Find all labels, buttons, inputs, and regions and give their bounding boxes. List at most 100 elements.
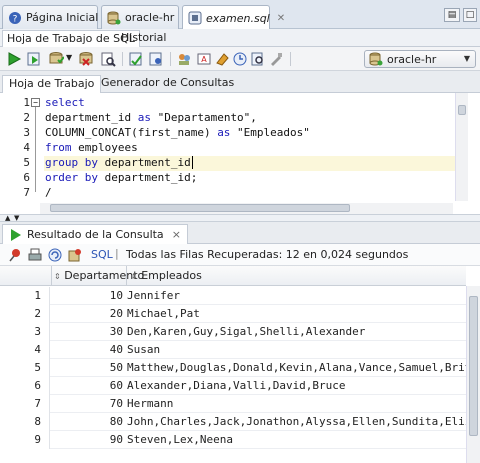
to-uppercase-icon[interactable]: A bbox=[196, 51, 212, 67]
row-number: 8 bbox=[0, 413, 50, 431]
maximize-button[interactable]: □ bbox=[463, 8, 477, 22]
sql-editor[interactable]: 1 2 3 4 5 6 7 − select department_id as … bbox=[0, 93, 468, 201]
sql-tuning-icon[interactable] bbox=[148, 51, 164, 67]
tab-label: Resultado de la Consulta bbox=[27, 228, 164, 241]
toolbar-separator bbox=[290, 52, 291, 66]
column-header-empleados[interactable]: ⇕ Empleados bbox=[127, 266, 466, 286]
subtab-historial[interactable]: Historial bbox=[117, 30, 170, 47]
cell-empleados[interactable]: Steven,Lex,Neena bbox=[127, 431, 233, 449]
tab-list-button[interactable]: ▤ bbox=[444, 8, 460, 22]
rollback-icon[interactable] bbox=[78, 51, 94, 67]
cell-departamento[interactable]: 20 bbox=[52, 305, 125, 323]
sql-link[interactable]: SQL bbox=[91, 248, 113, 261]
line-number: 7 bbox=[23, 186, 30, 199]
row-number: 9 bbox=[0, 431, 50, 449]
cell-empleados[interactable]: Hermann bbox=[127, 395, 173, 413]
worksheet-tab-bar: Hoja de Trabajo Generador de Consultas bbox=[0, 71, 480, 93]
tab-examen-sql[interactable]: examen.sql ✕ bbox=[182, 5, 285, 30]
fold-toggle-icon[interactable]: − bbox=[31, 98, 40, 107]
cell-empleados[interactable]: Den,Karen,Guy,Sigal,Shelli,Alexander bbox=[127, 323, 365, 341]
row-number-header bbox=[0, 266, 52, 286]
cell-empleados[interactable]: Jennifer bbox=[127, 287, 180, 305]
cell-empleados[interactable]: Michael,Pat bbox=[127, 305, 200, 323]
table-row[interactable]: 2 20 Michael,Pat bbox=[0, 305, 466, 323]
table-row[interactable]: 1 10 Jennifer bbox=[0, 287, 466, 305]
editor-vertical-scrollbar[interactable] bbox=[455, 93, 468, 201]
database-icon bbox=[369, 52, 383, 66]
commit-icon[interactable] bbox=[48, 51, 64, 67]
cell-departamento[interactable]: 50 bbox=[52, 359, 125, 377]
code-line-2: department_id as "Departamento", bbox=[45, 111, 257, 124]
sort-icon[interactable]: ⇕ bbox=[131, 272, 138, 281]
line-number: 5 bbox=[23, 156, 30, 169]
cell-departamento[interactable]: 80 bbox=[52, 413, 125, 431]
svg-text:?: ? bbox=[13, 14, 18, 24]
dropdown-arrow-icon[interactable]: ▼ bbox=[66, 53, 72, 62]
find-db-object-icon[interactable] bbox=[250, 51, 266, 67]
format-sql-icon[interactable] bbox=[268, 51, 284, 67]
print-icon[interactable] bbox=[28, 248, 42, 262]
line-number: 6 bbox=[23, 171, 30, 184]
tab-hoja-de-trabajo[interactable]: Hoja de Trabajo bbox=[2, 75, 102, 93]
table-row[interactable]: 3 30 Den,Karen,Guy,Sigal,Shelli,Alexander bbox=[0, 323, 466, 341]
cell-empleados[interactable]: Alexander,Diana,Valli,David,Bruce bbox=[127, 377, 346, 395]
collapse-down-icon[interactable]: ▼ bbox=[14, 214, 19, 222]
refresh-icon[interactable] bbox=[48, 248, 62, 262]
clear-eraser-icon[interactable] bbox=[214, 51, 230, 67]
history-icon[interactable] bbox=[232, 51, 248, 67]
cell-departamento[interactable]: 10 bbox=[52, 287, 125, 305]
connection-selector[interactable]: oracle-hr ▼ bbox=[364, 50, 476, 68]
scroll-thumb[interactable] bbox=[469, 296, 478, 436]
worksheet-subtab-bar: Hoja de Trabajo de SQL Historial bbox=[0, 29, 480, 47]
table-row[interactable]: 5 50 Matthew,Douglas,Donald,Kevin,Alana,Va… bbox=[0, 359, 466, 377]
cell-empleados[interactable]: Susan bbox=[127, 341, 160, 359]
autotrace-icon[interactable] bbox=[128, 51, 144, 67]
column-header-departamento[interactable]: ⇕ Departamento bbox=[52, 266, 144, 286]
cell-departamento[interactable]: 40 bbox=[52, 341, 125, 359]
table-row[interactable]: 4 40 Susan bbox=[0, 341, 466, 359]
tab-generador-de-consultas[interactable]: Generador de Consultas bbox=[95, 75, 240, 93]
column-header-label: Empleados bbox=[141, 269, 202, 282]
row-number: 7 bbox=[0, 395, 50, 413]
row-number: 5 bbox=[0, 359, 50, 377]
unshared-worksheet-icon[interactable] bbox=[176, 51, 192, 67]
sort-icon[interactable]: ⇕ bbox=[54, 272, 61, 281]
table-row[interactable]: 7 70 Hermann bbox=[0, 395, 466, 413]
pin-icon[interactable] bbox=[8, 248, 22, 262]
run-script-icon[interactable] bbox=[26, 51, 42, 67]
line-number: 1 bbox=[23, 96, 30, 109]
separator: | bbox=[115, 247, 119, 260]
cell-departamento[interactable]: 70 bbox=[52, 395, 125, 413]
close-icon[interactable]: ✕ bbox=[277, 13, 285, 24]
results-vertical-scrollbar[interactable] bbox=[466, 286, 480, 463]
table-row[interactable]: 8 80 John,Charles,Jack,Jonathon,Alyssa,Ell… bbox=[0, 413, 466, 431]
svg-text:A: A bbox=[201, 55, 207, 64]
toolbar-separator bbox=[122, 52, 123, 66]
cell-empleados[interactable]: John,Charles,Jack,Jonathon,Alyssa,Ellen,… bbox=[127, 413, 466, 431]
table-row[interactable]: 6 60 Alexander,Diana,Valli,David,Bruce bbox=[0, 377, 466, 395]
cell-departamento[interactable]: 30 bbox=[52, 323, 125, 341]
code-line-1: select bbox=[45, 96, 85, 109]
run-statement-icon[interactable] bbox=[6, 51, 22, 67]
chevron-down-icon: ▼ bbox=[463, 54, 470, 63]
row-number: 6 bbox=[0, 377, 50, 395]
tab-resultado-consulta[interactable]: Resultado de la Consulta × bbox=[2, 224, 188, 244]
fold-guide bbox=[35, 107, 36, 192]
cell-departamento[interactable]: 90 bbox=[52, 431, 125, 449]
collapse-up-icon[interactable]: ▲ bbox=[5, 214, 10, 222]
tab-oracle-hr[interactable]: oracle-hr ✕ bbox=[101, 5, 190, 29]
scroll-thumb[interactable] bbox=[458, 105, 466, 115]
export-icon[interactable] bbox=[68, 248, 82, 262]
close-icon[interactable]: × bbox=[172, 228, 181, 241]
table-row[interactable]: 9 90 Steven,Lex,Neena bbox=[0, 431, 466, 449]
editor-horizontal-scrollbar[interactable] bbox=[40, 203, 453, 214]
results-tab-bar: Resultado de la Consulta × bbox=[0, 222, 480, 244]
scroll-thumb[interactable] bbox=[50, 204, 350, 212]
pane-splitter[interactable]: ▲ ▼ bbox=[0, 214, 480, 222]
cell-departamento[interactable]: 60 bbox=[52, 377, 125, 395]
grid-header: ⇕ Departamento ⇕ Empleados bbox=[0, 266, 466, 286]
tab-pagina-inicial[interactable]: ? Página Inicial ✕ bbox=[2, 5, 114, 29]
row-number: 2 bbox=[0, 305, 50, 323]
explain-plan-icon[interactable] bbox=[100, 51, 116, 67]
cell-empleados[interactable]: Matthew,Douglas,Donald,Kevin,Alana,Vance… bbox=[127, 359, 466, 377]
